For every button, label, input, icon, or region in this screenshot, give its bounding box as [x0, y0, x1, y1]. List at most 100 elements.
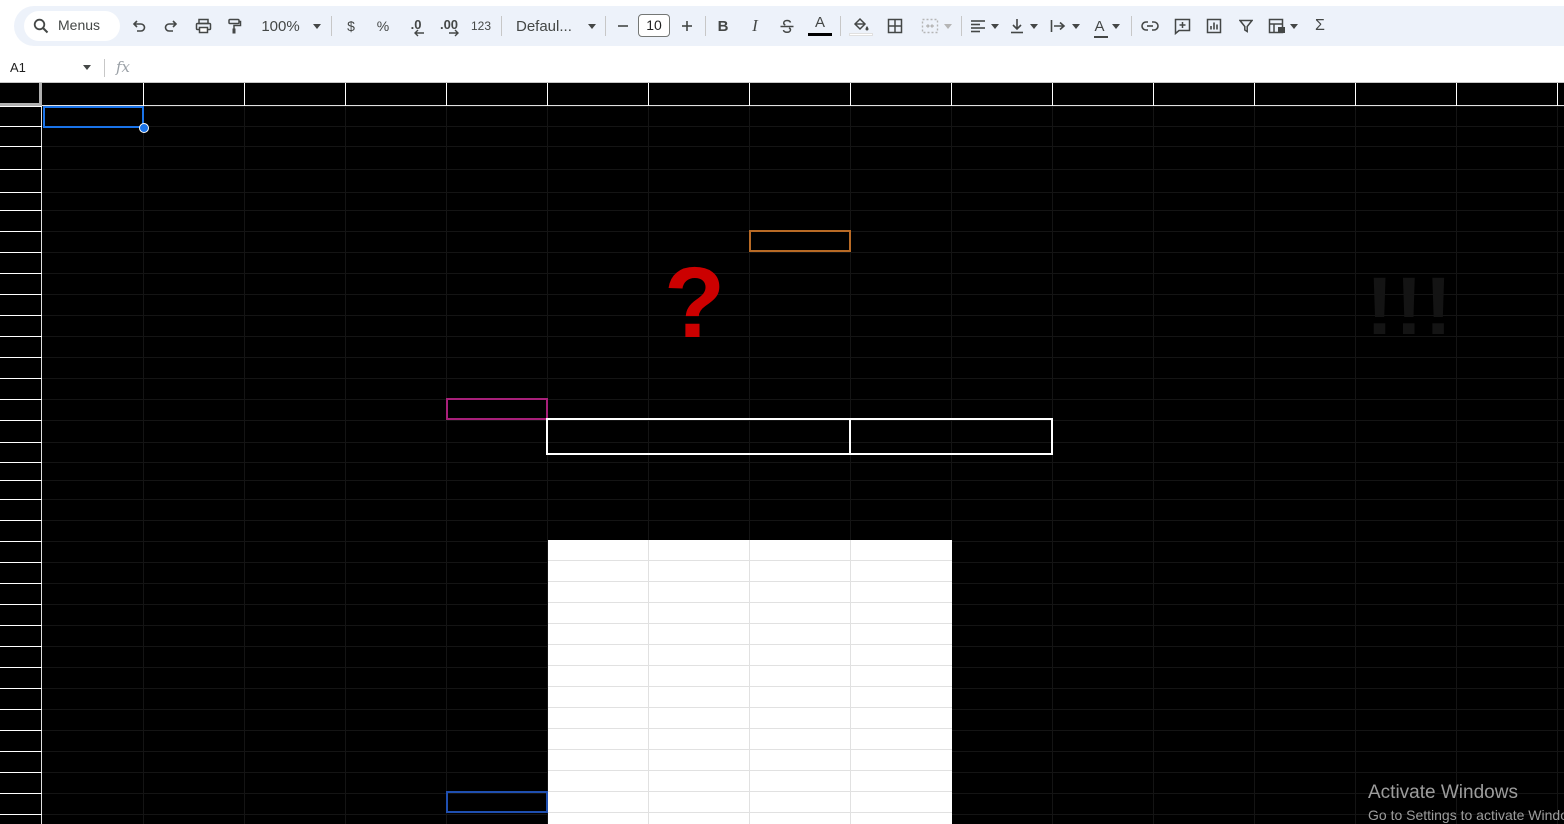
row-header-divider[interactable] — [0, 273, 42, 274]
white-cell-block[interactable] — [548, 540, 952, 824]
formula-input[interactable] — [145, 58, 1545, 78]
white-bordered-range-right[interactable] — [849, 418, 1053, 455]
column-header-divider[interactable] — [244, 83, 245, 106]
row-header-divider[interactable] — [0, 480, 42, 481]
column-header-divider[interactable] — [1254, 83, 1255, 106]
percent-format-button[interactable]: % — [372, 11, 394, 41]
fill-handle[interactable] — [139, 123, 149, 133]
select-all-corner[interactable] — [0, 83, 42, 106]
more-formats-button[interactable]: 123 — [468, 11, 494, 41]
orange-bordered-cell[interactable] — [749, 230, 851, 252]
row-header-divider[interactable] — [0, 583, 42, 584]
redo-button[interactable] — [160, 11, 182, 41]
row-header-divider[interactable] — [0, 357, 42, 358]
row-header-divider[interactable] — [0, 604, 42, 605]
column-header-divider[interactable] — [345, 83, 346, 106]
row-header-divider[interactable] — [0, 520, 42, 521]
borders-button[interactable] — [884, 11, 906, 41]
decrease-font-size-button[interactable] — [612, 11, 634, 41]
create-filter-button[interactable] — [1234, 11, 1258, 41]
row-header-divider[interactable] — [0, 772, 42, 773]
align-bottom-icon — [1010, 18, 1024, 34]
text-wrapping-button[interactable] — [1047, 11, 1083, 41]
paint-bucket-icon — [852, 17, 870, 32]
column-header-divider[interactable] — [1153, 83, 1154, 106]
column-header-divider[interactable] — [1355, 83, 1356, 106]
row-header-divider[interactable] — [0, 541, 42, 542]
row-header-divider[interactable] — [0, 192, 42, 193]
white-bordered-range-left[interactable] — [546, 418, 851, 455]
row-header-divider[interactable] — [0, 169, 42, 170]
row-header-divider[interactable] — [0, 646, 42, 647]
chevron-down-icon[interactable] — [83, 65, 91, 70]
zoom-select[interactable]: 100% — [256, 11, 326, 41]
column-header-bar[interactable] — [42, 83, 1564, 106]
insert-link-button[interactable] — [1138, 11, 1162, 41]
column-header-divider[interactable] — [749, 83, 750, 106]
column-header-divider[interactable] — [547, 83, 548, 106]
row-header-divider[interactable] — [0, 442, 42, 443]
merge-cells-button[interactable] — [916, 11, 956, 41]
italic-button[interactable]: I — [744, 11, 766, 41]
column-header-divider[interactable] — [850, 83, 851, 106]
row-header-divider[interactable] — [0, 793, 42, 794]
active-cell-selection[interactable] — [43, 106, 144, 128]
print-button[interactable] — [192, 11, 214, 41]
row-header-divider[interactable] — [0, 252, 42, 253]
row-header-divider[interactable] — [0, 378, 42, 379]
row-header-divider[interactable] — [0, 336, 42, 337]
insert-chart-button[interactable] — [1202, 11, 1226, 41]
font-family-select[interactable]: Defaul... — [512, 11, 598, 41]
filter-views-button[interactable] — [1264, 11, 1302, 41]
column-header-divider[interactable] — [1052, 83, 1053, 106]
row-header-divider[interactable] — [0, 625, 42, 626]
increase-decimal-button[interactable]: .00 — [436, 11, 462, 41]
row-header-bar[interactable] — [0, 106, 42, 824]
blue-bordered-cell[interactable] — [446, 791, 548, 813]
row-header-divider[interactable] — [0, 667, 42, 668]
row-header-divider[interactable] — [0, 399, 42, 400]
decrease-decimal-button[interactable]: .0 — [403, 11, 429, 41]
magenta-bordered-cell[interactable] — [446, 398, 548, 420]
column-header-divider[interactable] — [1456, 83, 1457, 106]
row-header-divider[interactable] — [0, 499, 42, 500]
spreadsheet-grid[interactable]: ? !!! — [0, 83, 1564, 824]
strikethrough-button[interactable] — [776, 11, 798, 41]
row-header-divider[interactable] — [0, 462, 42, 463]
row-header-divider[interactable] — [0, 688, 42, 689]
fill-color-button[interactable] — [848, 11, 874, 41]
row-header-divider[interactable] — [0, 814, 42, 815]
row-header-divider[interactable] — [0, 709, 42, 710]
merge-cells-icon — [921, 18, 939, 34]
undo-button[interactable] — [128, 11, 150, 41]
row-header-divider[interactable] — [0, 146, 42, 147]
row-header-divider[interactable] — [0, 730, 42, 731]
column-header-divider[interactable] — [446, 83, 447, 106]
currency-format-button[interactable]: $ — [340, 11, 362, 41]
font-size-input[interactable]: 10 — [638, 14, 670, 37]
row-header-divider[interactable] — [0, 126, 42, 127]
row-header-divider[interactable] — [0, 420, 42, 421]
column-header-divider[interactable] — [143, 83, 144, 106]
row-header-divider[interactable] — [0, 751, 42, 752]
vertical-align-button[interactable] — [1006, 11, 1042, 41]
row-header-divider[interactable] — [0, 294, 42, 295]
functions-button[interactable]: Σ — [1309, 11, 1331, 41]
horizontal-align-button[interactable] — [966, 11, 1002, 41]
name-box[interactable]: A1 — [10, 60, 26, 75]
row-header-divider[interactable] — [0, 315, 42, 316]
increase-font-size-button[interactable] — [676, 11, 698, 41]
row-header-divider[interactable] — [0, 231, 42, 232]
search-menus-button[interactable]: Menus — [24, 11, 120, 41]
insert-comment-button[interactable] — [1170, 11, 1194, 41]
row-header-divider[interactable] — [0, 210, 42, 211]
bold-button[interactable]: B — [712, 11, 734, 41]
column-header-divider[interactable] — [951, 83, 952, 106]
row-header-divider[interactable] — [0, 562, 42, 563]
text-rotation-button[interactable]: A — [1089, 11, 1125, 41]
paint-format-button[interactable] — [223, 11, 245, 41]
row-header-divider[interactable] — [0, 106, 42, 107]
text-color-button[interactable]: A — [807, 11, 833, 41]
column-header-divider[interactable] — [1557, 83, 1558, 106]
column-header-divider[interactable] — [648, 83, 649, 106]
